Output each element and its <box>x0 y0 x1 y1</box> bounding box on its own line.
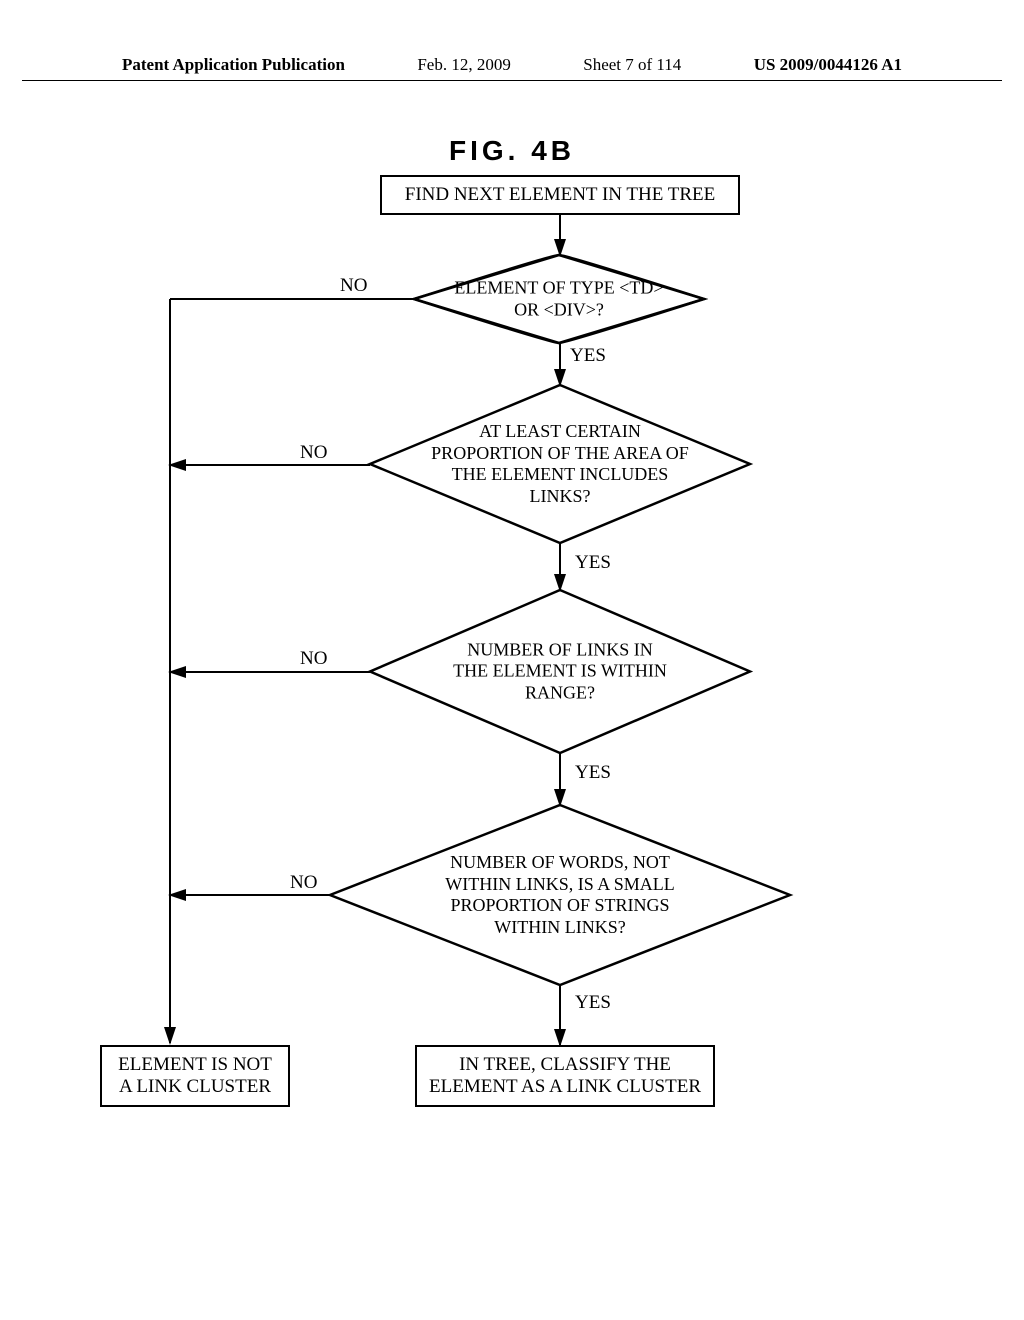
sheet-number: Sheet 7 of 114 <box>583 55 681 75</box>
decision-area-proportion: AT LEAST CERTAIN PROPORTION OF THE AREA … <box>370 385 750 543</box>
publication-number: US 2009/0044126 A1 <box>754 55 902 75</box>
process-classify-text: IN TREE, CLASSIFY THE ELEMENT AS A LINK … <box>427 1054 703 1098</box>
d2-no-label: NO <box>300 442 327 464</box>
process-find-next-text: FIND NEXT ELEMENT IN THE TREE <box>405 184 716 206</box>
d3-no-label: NO <box>300 648 327 670</box>
process-classify-link-cluster: IN TREE, CLASSIFY THE ELEMENT AS A LINK … <box>415 1045 715 1107</box>
d4-no-label: NO <box>290 872 317 894</box>
figure-title: FIG. 4B <box>449 135 575 167</box>
page-header: Patent Application Publication Feb. 12, … <box>22 55 1002 81</box>
decision-link-count-text: NUMBER OF LINKS IN THE ELEMENT IS WITHIN… <box>450 639 670 704</box>
publication-label: Patent Application Publication <box>122 55 345 75</box>
process-find-next: FIND NEXT ELEMENT IN THE TREE <box>380 175 740 215</box>
process-not-text: ELEMENT IS NOT A LINK CLUSTER <box>112 1054 278 1098</box>
decision-area-proportion-text: AT LEAST CERTAIN PROPORTION OF THE AREA … <box>430 421 690 507</box>
d3-yes-label: YES <box>575 762 611 784</box>
decision-element-type: ELEMENT OF TYPE <TD> OR <DIV>? <box>414 255 704 343</box>
publication-date: Feb. 12, 2009 <box>417 55 511 75</box>
d1-yes-label: YES <box>570 345 606 367</box>
d1-no-label: NO <box>340 275 367 297</box>
decision-word-proportion-text: NUMBER OF WORDS, NOT WITHIN LINKS, IS A … <box>425 852 695 938</box>
process-not-link-cluster: ELEMENT IS NOT A LINK CLUSTER <box>100 1045 290 1107</box>
decision-word-proportion: NUMBER OF WORDS, NOT WITHIN LINKS, IS A … <box>330 805 790 985</box>
d4-yes-label: YES <box>575 992 611 1014</box>
decision-link-count: NUMBER OF LINKS IN THE ELEMENT IS WITHIN… <box>370 590 750 753</box>
decision-element-type-text: ELEMENT OF TYPE <TD> OR <DIV>? <box>444 277 674 320</box>
d2-yes-label: YES <box>575 552 611 574</box>
